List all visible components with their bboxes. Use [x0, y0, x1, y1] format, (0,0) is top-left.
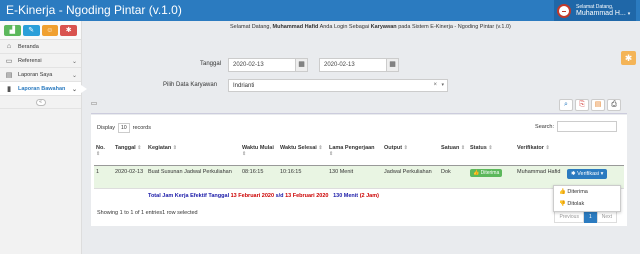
table-info: Showing 1 to 1 of 1 entries1 row selecte…: [97, 210, 198, 216]
search-icon[interactable]: ⌕: [559, 99, 573, 111]
sidebar: ▟ ✎ ☺ ✱ ⌂ Beranda ▭ Referensi ⌄ ▤ Lapora…: [0, 21, 87, 254]
search-input[interactable]: [557, 121, 617, 132]
sidebar-item-label: Beranda: [18, 43, 39, 50]
cell-mulai: 08:16:15: [240, 165, 278, 189]
sidebar-item-laporan-saya[interactable]: ▤ Laporan Saya ⌄: [0, 68, 81, 82]
desktop-icon: ▭: [5, 57, 13, 65]
table-toolbar: ⌕ ⎘ ▤ ⎙: [559, 99, 621, 111]
col-verifikator[interactable]: Verifikator ⇕: [515, 143, 565, 166]
col-no[interactable]: No. ⇕: [94, 143, 113, 166]
users-icon[interactable]: ☺: [41, 25, 59, 36]
chevron-down-icon: ⌄: [71, 73, 77, 79]
col-tanggal[interactable]: Tanggal ⇕: [113, 143, 146, 166]
col-waktu-selesai[interactable]: Waktu Selesai ⇕: [278, 143, 327, 166]
verifikasi-button[interactable]: ✱ Verifikasi ▾: [567, 168, 608, 179]
col-kegiatan[interactable]: Kegiatan ⇕: [146, 143, 240, 166]
sort-icon: ⇕: [172, 145, 177, 151]
sidebar-item-label: Laporan Bawahan: [18, 85, 66, 92]
verifikasi-dropdown: 👍 Diterima 👎 Ditolak: [553, 185, 621, 212]
cell-tanggal: 2020-02-13: [113, 165, 146, 189]
calendar-icon[interactable]: ▦: [386, 58, 399, 72]
user-info: Selamat Datang, Muhammad H... ▾: [576, 4, 630, 18]
cell-no: 1: [94, 165, 113, 189]
col-lama[interactable]: Lama Pengerjaan ⇕: [327, 143, 382, 166]
sidebar-item-label: Referensi: [18, 57, 42, 64]
collapse-icon[interactable]: «: [35, 98, 46, 106]
date-from-input[interactable]: 2020-02-13: [228, 58, 296, 72]
chevron-down-icon: ▾: [441, 82, 444, 88]
menu-item-ditolak[interactable]: 👎 Ditolak: [554, 198, 620, 210]
sidebar-item-referensi[interactable]: ▭ Referensi ⌄: [0, 54, 81, 68]
book-icon: ▮: [7, 85, 11, 93]
divider: [91, 113, 627, 114]
col-output[interactable]: Output ⇕: [382, 143, 439, 166]
sidebar-item-beranda[interactable]: ⌂ Beranda: [0, 40, 81, 54]
clear-icon[interactable]: ×: [433, 82, 437, 88]
length-select[interactable]: 10: [118, 123, 130, 133]
gear-icon[interactable]: ✱: [60, 25, 77, 36]
copy-icon[interactable]: ⎘: [575, 99, 589, 111]
dashboard-icon: ⌂: [6, 43, 12, 50]
karyawan-selected: Indrianti: [233, 83, 255, 89]
col-status[interactable]: Status ⇕: [468, 143, 515, 166]
menu-item-diterima[interactable]: 👍 Diterima: [554, 186, 620, 198]
col-action: [565, 143, 624, 166]
sort-icon: ⇕: [460, 145, 466, 151]
report-panel: ⌕ ⎘ ▤ ⎙ Display 10 records Search: No. ⇕ …: [91, 99, 627, 226]
total-row: Total Jam Kerja Efektif Tanggal 13 Febru…: [148, 192, 379, 199]
sidebar-collapse-row: «: [0, 96, 81, 109]
karyawan-select[interactable]: Indrianti × ▾: [228, 79, 448, 92]
chevron-down-icon: ⌄: [71, 87, 77, 93]
sidebar-item-label: Laporan Saya: [18, 71, 53, 78]
user-name: Muhammad H...: [576, 9, 626, 17]
page-1-button[interactable]: 1: [583, 211, 597, 223]
cell-selesai: 10:16:15: [278, 165, 327, 189]
table-row[interactable]: 1 2020-02-13 Buat Susunan Jadwal Perkuli…: [94, 165, 624, 189]
chevron-down-icon: ⌄: [71, 59, 77, 65]
excel-icon[interactable]: ▤: [591, 99, 605, 111]
status-badge: 👍 Diterima: [470, 168, 503, 177]
settings-gear-icon[interactable]: ✱: [621, 51, 636, 65]
previous-button[interactable]: Previous: [554, 211, 584, 223]
report-table: No. ⇕ Tanggal ⇕ Kegiatan ⇕ Waktu Mulai ⇕ …: [94, 143, 624, 202]
karyawan-label: Pilih Data Karyawan: [163, 82, 218, 88]
bar-chart-icon[interactable]: ▟: [4, 25, 21, 36]
user-menu[interactable]: Selamat Datang, Muhammad H... ▾: [554, 0, 636, 21]
cell-output: Jadwal Perkuliahan: [382, 165, 439, 189]
pagination: Previous 1 Next: [554, 211, 617, 223]
sort-icon: ⇕: [329, 151, 334, 157]
cell-kegiatan: Buat Susunan Jadwal Perkuliahan: [146, 165, 240, 189]
sidebar-shortcuts: ▟ ✎ ☺ ✱: [0, 21, 81, 40]
panel-minimize-icon[interactable]: [91, 102, 97, 105]
next-button[interactable]: Next: [596, 211, 617, 223]
date-to-input[interactable]: 2020-02-13: [319, 58, 387, 72]
sort-icon: ⇕: [137, 145, 142, 151]
sort-icon: ⇕: [545, 145, 550, 151]
table-search: Search:: [535, 121, 617, 132]
sort-icon: ⇕: [242, 151, 247, 157]
avatar: [557, 3, 571, 18]
calendar-icon[interactable]: ▦: [295, 58, 308, 72]
caret-down-icon: ▾: [627, 10, 631, 17]
sort-icon: ⇕: [318, 145, 323, 151]
col-satuan[interactable]: Satuan ⇕: [439, 143, 468, 166]
app-title: E-Kinerja - Ngoding Pintar (v.1.0): [6, 3, 182, 17]
col-waktu-mulai[interactable]: Waktu Mulai ⇕: [240, 143, 278, 166]
print-icon[interactable]: ⎙: [607, 99, 621, 111]
sidebar-item-laporan-bawahan[interactable]: ▮ Laporan Bawahan ⌄: [0, 82, 87, 96]
tanggal-label: Tanggal: [200, 61, 222, 67]
cell-status: 👍 Diterima: [468, 165, 515, 189]
sort-icon: ⇕: [96, 151, 101, 157]
cell-lama: 130 Menit: [327, 165, 382, 189]
top-navbar: E-Kinerja - Ngoding Pintar (v.1.0) Selam…: [0, 0, 640, 21]
sort-icon: ⇕: [488, 145, 493, 151]
cell-satuan: Dok: [439, 165, 468, 189]
sort-icon: ⇕: [403, 145, 408, 151]
pencil-icon[interactable]: ✎: [22, 25, 40, 36]
display-length: Display 10 records: [97, 123, 151, 133]
welcome-message: Selamat Datang, Muhammad Hafid Anda Logi…: [230, 24, 511, 30]
list-icon: ▤: [5, 71, 13, 79]
